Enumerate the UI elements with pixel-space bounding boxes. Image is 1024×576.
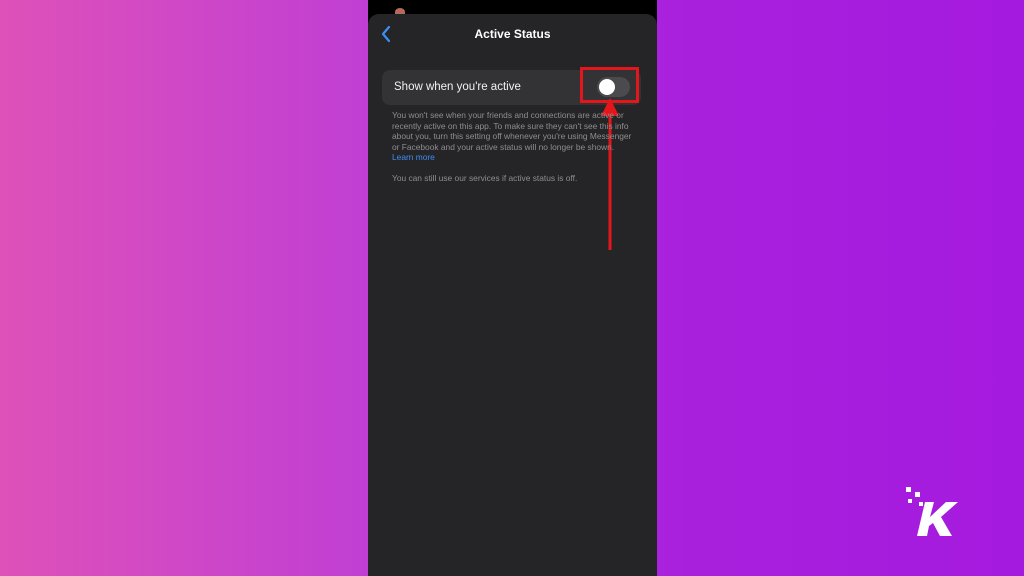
phone-screen: Active Status Show when you're active Yo… — [368, 0, 657, 576]
knowtechie-logo — [906, 487, 958, 536]
settings-sheet: Active Status Show when you're active Yo… — [368, 14, 657, 576]
navigation-bar: Active Status — [368, 14, 657, 54]
active-status-description: You won't see when your friends and conn… — [392, 110, 637, 163]
setting-label: Show when you're active — [394, 81, 521, 93]
learn-more-link[interactable]: Learn more — [392, 152, 435, 162]
page-title: Active Status — [474, 27, 551, 41]
description-text: You won't see when your friends and conn… — [392, 110, 632, 152]
services-note: You can still use our services if active… — [392, 173, 578, 183]
